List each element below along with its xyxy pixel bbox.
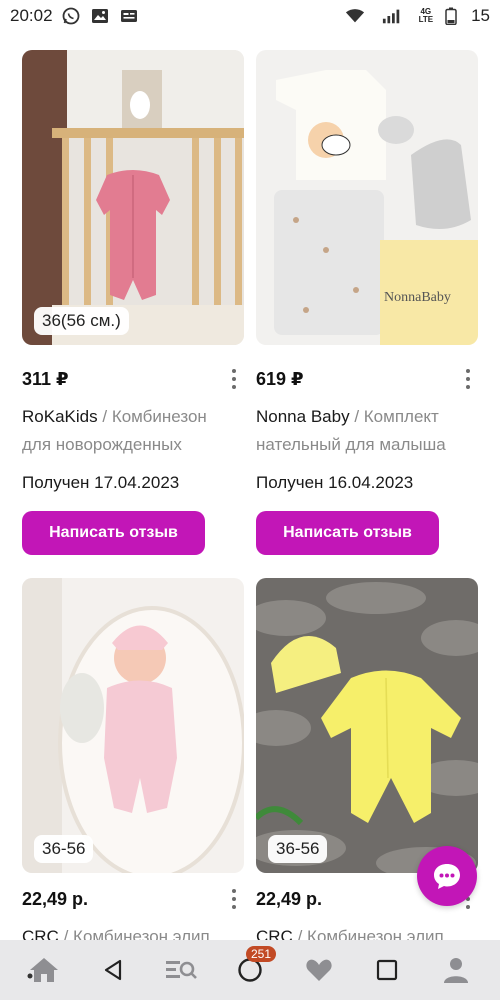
cart-badge: 251: [245, 946, 276, 962]
system-home-button[interactable]: 251: [228, 946, 276, 992]
product-photo[interactable]: NonnaBaby: [256, 50, 478, 345]
recents-square-icon: [376, 959, 398, 981]
product-card[interactable]: NonnaBaby 619 ₽ Nonna Baby / Комплект на…: [256, 50, 478, 555]
product-title[interactable]: RoKaKids / Комбинезон для новорожденных: [22, 403, 244, 459]
received-date: Получен 16.04.2023: [256, 473, 414, 492]
gallery-icon: [90, 8, 110, 24]
product-brand: RoKaKids: [22, 407, 98, 426]
size-label: 36-56: [268, 835, 328, 863]
size-label: 36-56: [34, 835, 94, 863]
product-photo[interactable]: 36(56 см.): [22, 50, 244, 345]
product-price: 619 ₽: [256, 368, 304, 389]
more-options-icon[interactable]: [460, 367, 476, 391]
nav-home[interactable]: [22, 948, 66, 992]
battery-level: 15: [471, 6, 490, 25]
product-card[interactable]: 36-56 22,49 р. CRC / Комбинезон элип: [22, 578, 244, 951]
product-photo[interactable]: 36-56: [22, 578, 244, 873]
size-label: 36(56 см.): [34, 307, 129, 335]
more-options-icon[interactable]: [226, 367, 242, 391]
system-recents-button[interactable]: [365, 948, 409, 992]
status-bar: 20:02 4G LTE 15: [0, 0, 500, 32]
battery-icon: [441, 7, 461, 25]
nav-catalog[interactable]: [159, 948, 203, 992]
nav-favorites[interactable]: [297, 948, 341, 992]
product-brand: Nonna Baby: [256, 407, 350, 426]
network-type: 4G LTE: [418, 7, 434, 24]
product-photo[interactable]: 36-56: [256, 578, 478, 873]
product-card[interactable]: 36(56 см.) 311 ₽ RoKaKids / Комбинезон д…: [22, 50, 244, 555]
brand-logo: NonnaBaby: [384, 290, 451, 305]
received-date: Получен 17.04.2023: [22, 473, 180, 492]
product-price: 22,49 р.: [22, 888, 89, 909]
heart-icon: [305, 959, 332, 981]
status-time: 20:02: [10, 6, 53, 25]
write-review-button[interactable]: Написать отзыв: [256, 511, 439, 555]
more-options-icon[interactable]: [226, 887, 242, 911]
write-review-button[interactable]: Написать отзыв: [22, 511, 205, 555]
bottom-navigation: 251: [0, 940, 500, 1000]
chat-button[interactable]: [417, 846, 477, 906]
back-triangle-icon: [104, 959, 121, 981]
chat-icon: [434, 864, 460, 889]
news-icon: [119, 8, 139, 24]
catalog-search-icon: [166, 961, 198, 979]
signal-icon: [382, 8, 402, 24]
nav-profile[interactable]: [434, 948, 478, 992]
product-title[interactable]: Nonna Baby / Комплект нательный для малы…: [256, 403, 478, 459]
home-icon: [27, 958, 59, 982]
whatsapp-icon: [61, 7, 81, 25]
system-back-button[interactable]: [91, 948, 135, 992]
product-price: 22,49 р.: [256, 888, 323, 909]
product-price: 311 ₽: [22, 368, 69, 389]
wifi-icon: [345, 8, 365, 24]
profile-icon: [443, 958, 468, 983]
